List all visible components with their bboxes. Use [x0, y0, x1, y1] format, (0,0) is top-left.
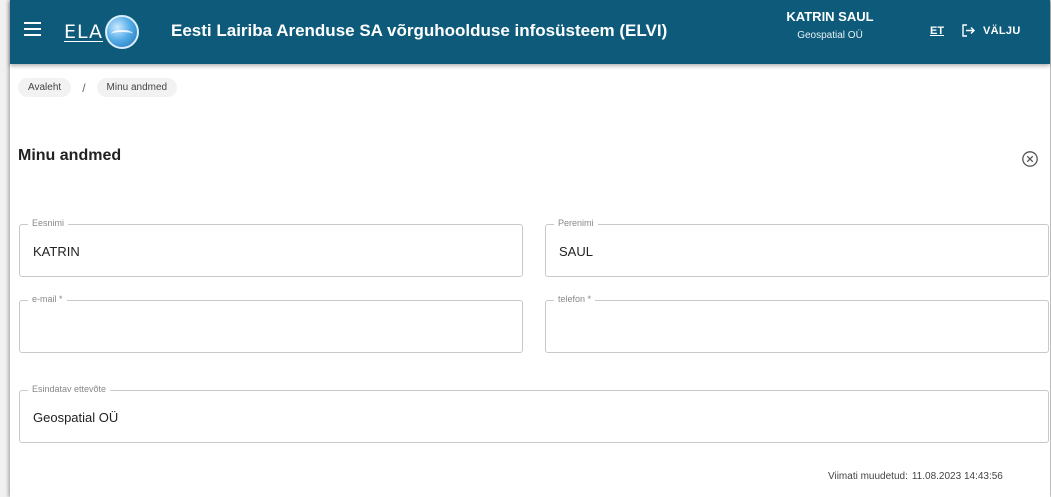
- email-input[interactable]: [33, 320, 485, 335]
- menu-icon[interactable]: [24, 22, 41, 40]
- company-field[interactable]: Esindatav ettevõte: [19, 384, 1049, 443]
- company-label: Esindatav ettevõte: [28, 384, 111, 394]
- last-modified: Viimati muudetud: 11.08.2023 14:43:56: [828, 471, 1003, 482]
- phone-label: telefon *: [554, 294, 596, 304]
- globe-logo-icon: [105, 15, 140, 49]
- email-label: e-mail *: [28, 294, 67, 304]
- lastname-field[interactable]: Perenimi: [545, 218, 1049, 277]
- app-title: Eesti Lairiba Arenduse SA võrguhoolduse …: [171, 21, 668, 40]
- company-input[interactable]: [33, 410, 959, 425]
- user-organization: Geospatial OÜ: [797, 30, 863, 41]
- firstname-field[interactable]: Eesnimi: [19, 218, 523, 277]
- firstname-input[interactable]: [33, 244, 485, 259]
- breadcrumb-current[interactable]: Minu andmed: [96, 78, 178, 97]
- email-field[interactable]: e-mail *: [19, 294, 523, 353]
- lastname-label: Perenimi: [554, 218, 598, 228]
- firstname-label: Eesnimi: [28, 218, 69, 228]
- app-frame: ELA Eesti Lairiba Arenduse SA võrguhoold…: [10, 0, 1050, 497]
- last-modified-label: Viimati muudetud:: [828, 471, 908, 482]
- logout-button[interactable]: VÄLJU: [962, 24, 1021, 37]
- close-icon[interactable]: [1021, 150, 1039, 168]
- logout-label: VÄLJU: [983, 24, 1021, 37]
- phone-input[interactable]: [559, 320, 1011, 335]
- app-header: ELA Eesti Lairiba Arenduse SA võrguhoold…: [10, 0, 1050, 64]
- breadcrumb-home[interactable]: Avaleht: [18, 78, 72, 97]
- language-switch[interactable]: ET: [930, 25, 944, 37]
- breadcrumb-separator: /: [82, 80, 86, 95]
- phone-field[interactable]: telefon *: [545, 294, 1049, 353]
- logo-text: ELA: [64, 21, 104, 43]
- last-modified-value: 11.08.2023 14:43:56: [911, 471, 1003, 482]
- breadcrumb: Avaleht / Minu andmed: [18, 78, 178, 97]
- user-info[interactable]: KATRIN SAUL Geospatial OÜ: [780, 9, 880, 41]
- app-logo[interactable]: ELA: [64, 13, 140, 51]
- lastname-input[interactable]: [559, 244, 1011, 259]
- logout-icon: [962, 24, 975, 37]
- user-name: KATRIN SAUL: [786, 9, 874, 24]
- page-title: Minu andmed: [18, 147, 122, 164]
